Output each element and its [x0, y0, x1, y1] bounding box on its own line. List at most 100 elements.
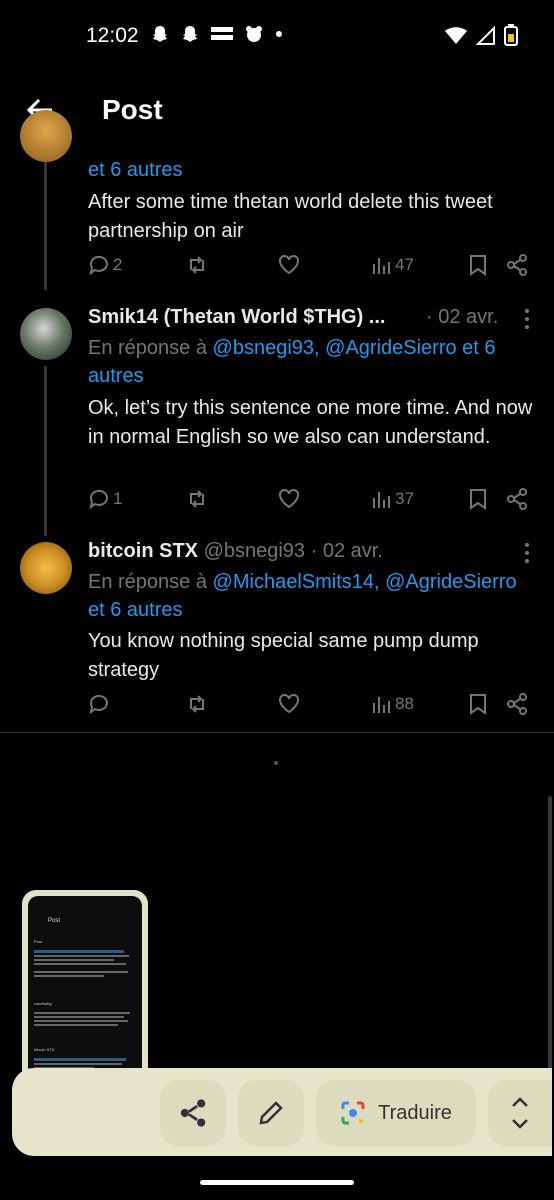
tweet-text: You know nothing special same pump dump … — [88, 630, 479, 681]
page-title: Post — [102, 94, 163, 125]
expand-capture-icon — [512, 1097, 528, 1129]
avatar[interactable] — [20, 110, 72, 162]
author-handle[interactable]: @bsnegi93 · 02 avr. — [204, 540, 383, 562]
more-options-icon[interactable] — [520, 542, 534, 564]
translate-button[interactable]: Traduire — [316, 1080, 476, 1146]
heart-icon — [279, 693, 299, 714]
bookmark-icon — [470, 489, 486, 510]
app-notification-icon — [246, 26, 262, 42]
screenshot-action-toolbar: Traduire — [12, 1068, 552, 1156]
temu-icon — [211, 27, 233, 40]
thumbnail-title: Post — [48, 918, 61, 924]
tweet-actions: 2 47 — [88, 254, 538, 284]
views-chart-icon — [373, 492, 390, 508]
share-icon — [507, 693, 527, 715]
tweet[interactable]: et 6 autres After some time thetan world… — [0, 110, 554, 290]
reply-icon — [89, 489, 108, 510]
heart-icon — [279, 488, 299, 509]
pencil-icon — [259, 1101, 283, 1125]
bookmark-button[interactable] — [468, 488, 488, 510]
reply-icon — [89, 694, 108, 715]
reply-count: 1 — [113, 489, 123, 508]
repost-icon — [190, 256, 204, 274]
home-indicator[interactable] — [200, 1180, 354, 1185]
views-button[interactable]: 47 — [372, 254, 414, 276]
tweet-actions: 1 37 — [88, 488, 538, 518]
repost-button[interactable] — [186, 693, 208, 715]
tweet-author[interactable]: Smik14 (Thetan World $THG) ... — [88, 306, 385, 329]
author-name[interactable]: bitcoin STX — [88, 540, 198, 562]
translate-label: Traduire — [378, 1101, 452, 1124]
status-bar: 12:02 — [0, 0, 554, 72]
share-icon — [507, 254, 527, 276]
share-icon — [507, 488, 527, 510]
repost-button[interactable] — [186, 254, 208, 276]
views-count: 47 — [395, 255, 414, 274]
google-lens-icon — [341, 1101, 365, 1125]
reply-to-mentions[interactable]: et 6 autres — [88, 156, 538, 184]
snapchat-icon — [183, 26, 197, 42]
bookmark-button[interactable] — [468, 254, 488, 276]
avatar[interactable] — [20, 542, 72, 594]
thumbnail-tweet-name: rosoltothg — [34, 1001, 52, 1006]
bookmark-icon — [470, 694, 486, 715]
views-count: 88 — [395, 694, 414, 713]
reply-button[interactable]: 1 — [88, 488, 122, 510]
thumbnail-tweet-name: Pour — [34, 939, 43, 944]
long-screenshot-button[interactable] — [488, 1080, 552, 1146]
like-button[interactable] — [278, 488, 300, 510]
tweet-time: · 02 avr. — [426, 306, 499, 328]
views-chart-icon — [373, 258, 390, 274]
share-screenshot-button[interactable] — [160, 1080, 226, 1146]
divider — [0, 732, 554, 733]
edit-screenshot-button[interactable] — [238, 1080, 304, 1146]
share-button[interactable] — [506, 488, 528, 510]
thumbnail-tweet-name: bitcoin STX — [34, 1047, 55, 1052]
like-button[interactable] — [278, 254, 300, 276]
repost-button[interactable] — [186, 488, 208, 510]
tweet[interactable]: Smik14 (Thetan World $THG) ... · 02 avr.… — [0, 290, 554, 530]
tweet[interactable]: bitcoin STX @bsnegi93 · 02 avr. En répon… — [0, 530, 554, 730]
more-options-icon[interactable] — [520, 308, 534, 330]
tweet-text: Ok, let’s try this sentence one more tim… — [88, 397, 533, 448]
reply-icon — [89, 255, 108, 276]
avatar[interactable] — [20, 308, 72, 360]
tweet-actions: 88 — [88, 693, 538, 723]
reply-count: 2 — [113, 255, 123, 274]
system-icons — [444, 24, 518, 46]
tweet-author[interactable]: bitcoin STX @bsnegi93 · 02 avr. — [88, 540, 383, 563]
repost-icon — [190, 695, 204, 713]
like-button[interactable] — [278, 693, 300, 715]
reply-to-label: En réponse à — [88, 337, 207, 359]
reply-button[interactable] — [88, 693, 113, 715]
views-button[interactable]: 88 — [372, 693, 414, 715]
scrollbar[interactable] — [548, 796, 552, 1086]
bookmark-button[interactable] — [468, 693, 488, 715]
share-button[interactable] — [506, 693, 528, 715]
tweet-text: After some time thetan world delete this… — [88, 191, 493, 242]
notification-icons — [150, 24, 284, 44]
snapchat-icon — [153, 26, 167, 42]
share-button[interactable] — [506, 254, 528, 276]
reply-to-label: En réponse à — [88, 571, 207, 593]
views-chart-icon — [373, 697, 390, 713]
views-count: 37 — [395, 489, 414, 508]
status-time: 12:02 — [86, 24, 139, 47]
reply-to: En réponse à @bsnegi93, @AgrideSierro et… — [88, 334, 538, 390]
thumbnail-tweet: rosoltothg — [34, 992, 136, 1026]
app-header: Post — [0, 72, 554, 148]
bookmark-icon — [470, 255, 486, 276]
reply-button[interactable]: 2 — [88, 254, 122, 276]
wifi-icon — [445, 27, 467, 44]
thumbnail-tweet: Pour — [34, 930, 136, 977]
loading-indicator — [274, 761, 278, 765]
signal-icon — [476, 25, 495, 45]
thumbnail-tweet: bitcoin STX — [34, 1038, 136, 1069]
battery-icon — [504, 24, 518, 46]
heart-icon — [279, 254, 299, 275]
reply-to: En réponse à @MichaelSmits14, @AgrideSie… — [88, 568, 538, 624]
views-button[interactable]: 37 — [372, 488, 414, 510]
more-notifications-dot-icon — [276, 31, 282, 37]
repost-icon — [190, 490, 204, 508]
author-name[interactable]: Smik14 (Thetan World $THG) ... — [88, 306, 385, 328]
